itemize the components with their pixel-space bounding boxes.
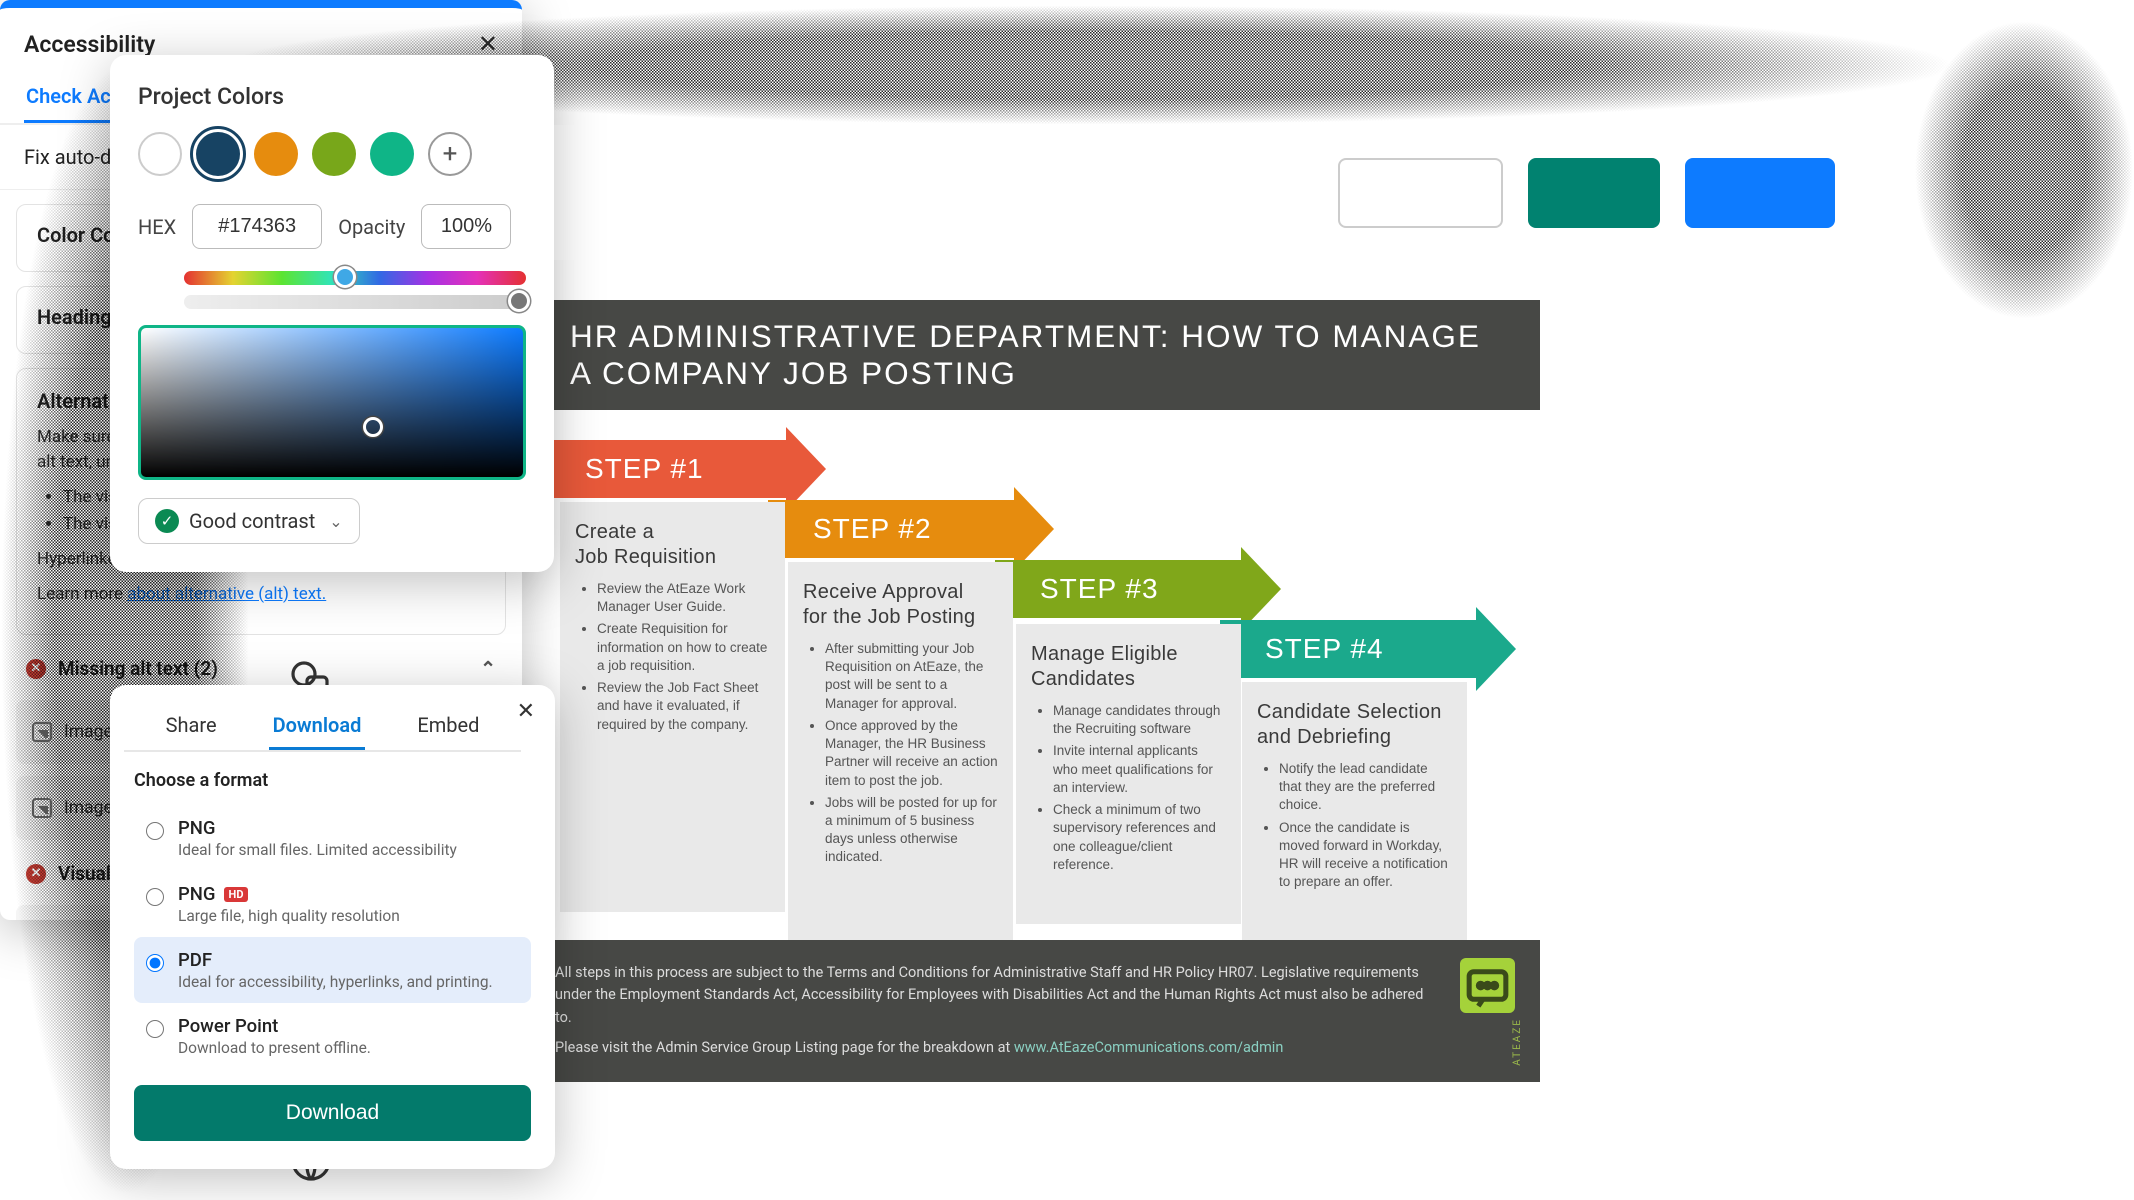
- poster-footer-link[interactable]: www.AtEazeCommunications.com/admin: [1014, 1039, 1283, 1056]
- ateaze-logo-text: ATEAZE: [1510, 1018, 1526, 1066]
- swatch-teal[interactable]: [370, 132, 414, 176]
- add-swatch-button[interactable]: +: [428, 132, 472, 176]
- hex-input[interactable]: [192, 204, 322, 249]
- tab-download[interactable]: Download: [269, 703, 366, 750]
- swatch-white[interactable]: [138, 132, 182, 176]
- choose-format-label: Choose a format: [134, 770, 531, 791]
- hd-badge-icon: HD: [224, 887, 249, 902]
- saturation-picker[interactable]: [138, 325, 526, 480]
- opacity-label: Opacity: [338, 215, 405, 239]
- check-icon: ✓: [155, 509, 179, 533]
- a11y-title: Accessibility: [24, 31, 155, 58]
- opacity-slider[interactable]: [184, 295, 526, 309]
- toolbar-button-blue[interactable]: [1685, 158, 1835, 228]
- poster-title: HR ADMINISTRATIVE DEPARTMENT: HOW TO MAN…: [540, 300, 1540, 410]
- step-arrow-1: STEP #1: [540, 440, 790, 498]
- swatch-green[interactable]: [312, 132, 356, 176]
- opacity-input[interactable]: [421, 204, 511, 249]
- chevron-up-icon: ⌃: [480, 657, 496, 680]
- tab-share[interactable]: Share: [162, 703, 221, 750]
- project-colors-title: Project Colors: [138, 83, 526, 110]
- format-option[interactable]: PDFIdeal for accessibility, hyperlinks, …: [134, 937, 531, 1003]
- step-card-4: Candidate Selectionand DebriefingNotify …: [1242, 682, 1467, 982]
- step-card-3: Manage EligibleCandidatesManage candidat…: [1016, 624, 1241, 924]
- project-colors-panel: Project Colors + HEX Opacity ✓ Good cont…: [110, 55, 554, 572]
- share-tabs: Share Download Embed: [124, 703, 521, 752]
- swatch-navy[interactable]: [196, 132, 240, 176]
- hex-label: HEX: [138, 215, 176, 239]
- tab-embed[interactable]: Embed: [413, 703, 483, 750]
- swatch-row: +: [138, 132, 526, 176]
- download-button[interactable]: Download: [134, 1085, 531, 1141]
- poster: HR ADMINISTRATIVE DEPARTMENT: HOW TO MAN…: [540, 300, 1540, 1100]
- format-option[interactable]: PNGHDLarge file, high quality resolution: [134, 871, 531, 937]
- swatch-orange[interactable]: [254, 132, 298, 176]
- step-arrow-4: STEP #4: [1220, 620, 1480, 678]
- format-option[interactable]: PNGIdeal for small files. Limited access…: [134, 805, 531, 871]
- contrast-badge[interactable]: ✓ Good contrast ⌄: [138, 498, 360, 544]
- download-panel: ✕ Share Download Embed Choose a format P…: [110, 685, 555, 1169]
- toolbar-button-teal[interactable]: [1528, 158, 1660, 228]
- format-radio[interactable]: [146, 954, 164, 972]
- ateaze-logo-icon: [1460, 958, 1515, 1013]
- image-icon: [32, 798, 52, 818]
- format-option[interactable]: Power PointDownload to present offline.: [134, 1003, 531, 1069]
- format-radio[interactable]: [146, 1020, 164, 1038]
- poster-footer: All steps in this process are subject to…: [540, 940, 1540, 1082]
- image-icon: [32, 722, 52, 742]
- toolbar-button-outline[interactable]: [1338, 158, 1503, 228]
- step-card-2: Receive Approvalfor the Job PostingAfter…: [788, 562, 1013, 977]
- step-arrow-3: STEP #3: [995, 560, 1245, 618]
- format-radio[interactable]: [146, 888, 164, 906]
- step-arrow-2: STEP #2: [768, 500, 1018, 558]
- chevron-down-icon: ⌄: [329, 512, 342, 531]
- step-card-1: Create aJob RequisitionReview the AtEaze…: [560, 502, 785, 912]
- hue-slider[interactable]: [184, 271, 526, 285]
- format-radio[interactable]: [146, 822, 164, 840]
